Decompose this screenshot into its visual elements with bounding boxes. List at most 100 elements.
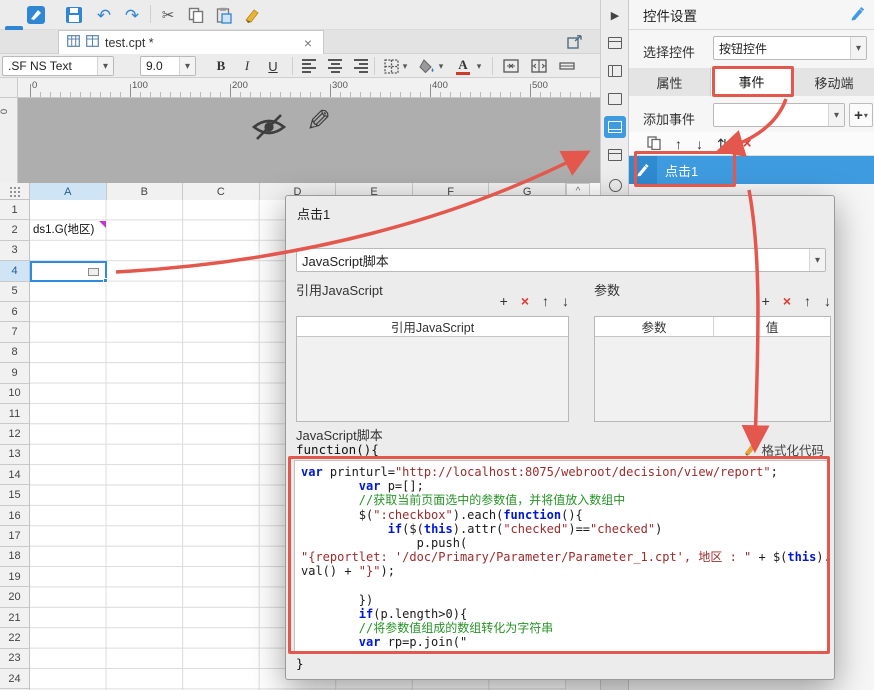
row-header-7[interactable]: 7 [0, 322, 29, 342]
sheet-select-all-corner[interactable] [0, 183, 30, 200]
row-header-24[interactable]: 24 [0, 669, 29, 689]
copy-icon[interactable] [184, 3, 208, 27]
dataset-marker-icon [99, 221, 106, 228]
row-header-10[interactable]: 10 [0, 384, 29, 404]
widget-settings-icon[interactable] [604, 116, 626, 138]
row-header-11[interactable]: 11 [0, 404, 29, 424]
param-name-header: 参数 [595, 317, 714, 336]
delete-event-icon[interactable]: × [743, 136, 752, 151]
row-header-20[interactable]: 20 [0, 587, 29, 607]
column-header-C[interactable]: C [183, 183, 260, 200]
font-color-button[interactable]: A [452, 56, 474, 76]
add-event-button[interactable]: + ▾ [849, 103, 873, 127]
row-header-3[interactable]: 3 [0, 241, 29, 261]
tab-test-cpt[interactable]: test.cpt * × [58, 30, 324, 54]
cell-height-icon[interactable] [556, 56, 578, 76]
float-element-icon[interactable] [604, 88, 626, 110]
add-ref-icon[interactable]: + [500, 294, 508, 308]
param-down-icon[interactable]: ↓ [824, 294, 831, 308]
hide-eye-icon[interactable] [250, 112, 288, 145]
chevron-down-icon[interactable]: ▾ [398, 56, 412, 76]
tab-close-icon[interactable]: × [301, 35, 315, 51]
redo-icon[interactable]: ↷ [120, 3, 144, 27]
cell-A4-selected[interactable] [30, 261, 107, 282]
ref-js-table[interactable]: 引用JavaScript [296, 316, 569, 422]
row-header-13[interactable]: 13 [0, 445, 29, 465]
panel-tabs: 属性 事件 移动端 [629, 68, 874, 96]
row-header-5[interactable]: 5 [0, 282, 29, 302]
format-painter-icon[interactable] [240, 3, 264, 27]
align-left-icon[interactable] [298, 56, 320, 76]
row-header-18[interactable]: 18 [0, 547, 29, 567]
edit-widget-icon[interactable] [850, 6, 865, 24]
cell-element-icon[interactable] [604, 60, 626, 82]
row-header-23[interactable]: 23 [0, 649, 29, 669]
edit-pencil-icon[interactable]: ✎ [306, 104, 331, 139]
merge-cells-icon[interactable] [500, 56, 522, 76]
undo-icon[interactable]: ↶ [92, 3, 116, 27]
event-type-select[interactable]: JavaScript脚本 ▾ [296, 248, 826, 272]
row-header-15[interactable]: 15 [0, 485, 29, 505]
tab-mobile[interactable]: 移动端 [793, 68, 874, 96]
row-header-21[interactable]: 21 [0, 608, 29, 628]
align-center-icon[interactable] [324, 56, 346, 76]
row-header-12[interactable]: 12 [0, 424, 29, 444]
ref-down-icon[interactable]: ↓ [562, 294, 569, 308]
copy-event-icon[interactable] [647, 136, 661, 152]
row-header-19[interactable]: 19 [0, 567, 29, 587]
sort-events-icon[interactable]: ⇅ [717, 137, 729, 151]
edit-event-pencil-icon[interactable] [629, 156, 657, 184]
bold-button[interactable]: B [210, 56, 232, 76]
button-widget-marker [88, 268, 99, 276]
italic-button[interactable]: I [236, 56, 258, 76]
code-line-8: val() + "}"); [301, 564, 821, 578]
collapse-panel-icon[interactable]: ▶ [604, 4, 626, 26]
selection-fill-handle[interactable] [103, 278, 108, 283]
row-header-2[interactable]: 2 [0, 220, 29, 240]
logo-edit-icon[interactable] [24, 3, 48, 27]
font-size-select[interactable]: 9.0 ▾ [140, 56, 196, 76]
delete-ref-icon[interactable]: × [521, 294, 529, 308]
move-down-icon[interactable]: ↓ [696, 137, 703, 151]
save-icon[interactable] [62, 3, 86, 27]
row-header-9[interactable]: 9 [0, 363, 29, 383]
unmerge-cells-icon[interactable] [528, 56, 550, 76]
widget-type-select[interactable]: 按钮控件 ▾ [713, 36, 867, 60]
row-header-4[interactable]: 4 [0, 261, 29, 281]
code-editor[interactable]: var printurl="http://localhost:8075/webr… [294, 460, 828, 652]
align-right-icon[interactable] [350, 56, 372, 76]
cell-attributes-icon[interactable] [604, 32, 626, 54]
ref-up-icon[interactable]: ↑ [542, 294, 549, 308]
row-header-22[interactable]: 22 [0, 628, 29, 648]
paste-icon[interactable] [212, 3, 236, 27]
row-header-6[interactable]: 6 [0, 302, 29, 322]
move-up-icon[interactable]: ↑ [675, 137, 682, 151]
event-item-click1[interactable]: 点击1 [629, 156, 874, 184]
format-code-button[interactable]: 格式化代码 [744, 440, 824, 459]
report-canvas-header[interactable]: ✎ [18, 98, 600, 183]
column-header-A[interactable]: A [30, 183, 107, 200]
underline-button[interactable]: U [262, 56, 284, 76]
param-up-icon[interactable]: ↑ [804, 294, 811, 308]
row-header-14[interactable]: 14 [0, 465, 29, 485]
code-line-7: "{reportlet: '/doc/Primary/Parameter/Par… [301, 550, 821, 564]
web-attributes-icon[interactable] [562, 30, 586, 54]
chevron-down-icon[interactable]: ▾ [434, 56, 448, 76]
cut-icon[interactable]: ✂ [156, 3, 180, 27]
condition-attributes-icon[interactable] [604, 144, 626, 166]
row-header-17[interactable]: 17 [0, 526, 29, 546]
row-header-8[interactable]: 8 [0, 343, 29, 363]
tab-properties[interactable]: 属性 [629, 68, 711, 96]
font-family-select[interactable]: .SF NS Text ▾ [2, 56, 114, 76]
chevron-down-icon[interactable]: ▾ [472, 56, 486, 76]
params-table[interactable]: 参数 值 [594, 316, 831, 422]
column-header-B[interactable]: B [107, 183, 184, 200]
add-param-icon[interactable]: + [762, 294, 770, 308]
add-event-select[interactable]: ▾ [713, 103, 845, 127]
hyperlink-icon[interactable] [604, 174, 626, 196]
delete-param-icon[interactable]: × [783, 294, 791, 308]
cell-A2[interactable]: ds1.G(地区) [30, 220, 107, 240]
tab-events[interactable]: 事件 [711, 68, 793, 96]
row-header-16[interactable]: 16 [0, 506, 29, 526]
row-header-1[interactable]: 1 [0, 200, 29, 220]
